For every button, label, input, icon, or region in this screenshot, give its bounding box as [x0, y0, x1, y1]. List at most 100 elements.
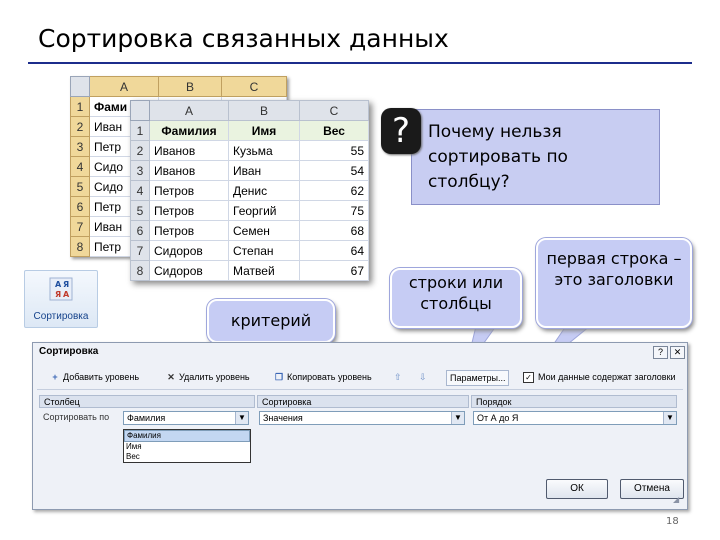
delete-icon: ✕ [167, 372, 175, 382]
sort-dialog: Сортировка ? ✕ + Добавить уровень ✕ Удалит… [32, 342, 688, 510]
svg-text:Я: Я [63, 280, 69, 289]
cell[interactable]: Сидоров [149, 260, 229, 281]
column-header-b[interactable]: B [158, 76, 222, 97]
row-header[interactable]: 5 [130, 200, 150, 221]
row-header[interactable]: 5 [70, 176, 90, 197]
copy-icon: ❐ [274, 372, 284, 382]
dialog-title: Сортировка [39, 346, 99, 357]
cell[interactable]: Иван [228, 160, 300, 181]
svg-text:А: А [63, 290, 70, 299]
add-level-label: Добавить уровень [63, 372, 140, 382]
row-header[interactable]: 7 [70, 216, 90, 237]
dropdown-option-surname[interactable]: Фамилия [124, 430, 250, 442]
callout-rows-or-columns: строки или столбцы [390, 268, 522, 328]
cell[interactable]: Денис [228, 180, 300, 201]
column-header-c[interactable]: C [299, 100, 369, 121]
options-button[interactable]: Параметры... [446, 370, 510, 386]
column-header-a[interactable]: A [149, 100, 229, 121]
sort-on-select[interactable]: Значения ▼ [259, 411, 465, 425]
cell[interactable]: Сидоров [149, 240, 229, 261]
sort-by-label: Сортировать по [43, 412, 110, 422]
dropdown-option-name[interactable]: Имя [124, 442, 250, 452]
row-header[interactable]: 3 [70, 136, 90, 157]
cell[interactable]: Георгий [228, 200, 300, 221]
cell[interactable]: Кузьма [228, 140, 300, 161]
ok-button[interactable]: ОК [546, 479, 608, 499]
row-header[interactable]: 2 [70, 116, 90, 137]
order-select[interactable]: От А до Я ▼ [473, 411, 677, 425]
chevron-down-icon[interactable]: ▼ [451, 412, 464, 424]
move-up-icon[interactable]: ⇧ [394, 370, 402, 384]
header-cell-surname[interactable]: Фамилия [149, 120, 229, 141]
column-select-value: Фамилия [127, 413, 166, 423]
cell[interactable]: Степан [228, 240, 300, 261]
row-header[interactable]: 6 [130, 220, 150, 241]
close-icon[interactable]: ✕ [670, 346, 685, 359]
cell[interactable]: 67 [299, 260, 369, 281]
column-header-column: Столбец [39, 395, 255, 408]
question-text: Почему нельзя сортировать по столбцу? [428, 122, 568, 192]
chevron-down-icon[interactable]: ▼ [663, 412, 676, 424]
cell[interactable]: 68 [299, 220, 369, 241]
row-header[interactable]: 1 [70, 96, 90, 117]
row-header[interactable]: 8 [130, 260, 150, 281]
row-header[interactable]: 4 [130, 180, 150, 201]
has-headers-checkbox[interactable]: ✓ Мои данные содержат заголовки [523, 370, 676, 384]
question-mark-icon: ? [381, 108, 421, 154]
column-dropdown-list: Фамилия Имя Вес [123, 429, 251, 463]
cell[interactable]: Петров [149, 220, 229, 241]
help-icon[interactable]: ? [653, 346, 668, 359]
cell[interactable]: Матвей [228, 260, 300, 281]
cell[interactable]: Семен [228, 220, 300, 241]
cell[interactable]: Петров [149, 200, 229, 221]
cell[interactable]: 62 [299, 180, 369, 201]
add-icon: + [52, 372, 58, 382]
row-header[interactable]: 6 [70, 196, 90, 217]
column-header-order: Порядок [471, 395, 677, 408]
delete-level-label: Удалить уровень [179, 372, 250, 382]
dialog-toolbar: + Добавить уровень ✕ Удалить уровень ❐ Копи… [37, 365, 683, 390]
resize-grip-icon[interactable]: ◢ [673, 495, 683, 505]
column-header-b[interactable]: B [228, 100, 300, 121]
select-all-corner[interactable] [130, 100, 150, 121]
select-all-corner[interactable] [70, 76, 90, 97]
column-header-a[interactable]: A [89, 76, 159, 97]
page-number: 18 [666, 516, 679, 527]
svg-text:А: А [55, 280, 62, 289]
cell[interactable]: 54 [299, 160, 369, 181]
row-header[interactable]: 4 [70, 156, 90, 177]
question-box: Почему нельзя сортировать по столбцу? [411, 109, 660, 205]
cell[interactable]: 64 [299, 240, 369, 261]
cell[interactable]: Иванов [149, 160, 229, 181]
column-header-c[interactable]: C [221, 76, 287, 97]
row-header[interactable]: 7 [130, 240, 150, 261]
cell[interactable]: 55 [299, 140, 369, 161]
callout-first-row-header: первая строка – это заголовки [536, 238, 692, 328]
sort-az-icon: А Я Я А [49, 277, 73, 301]
chevron-down-icon[interactable]: ▼ [235, 412, 248, 424]
sort-ribbon-button[interactable]: А Я Я А Сортировка [24, 270, 98, 328]
sort-button-label: Сортировка [33, 311, 89, 322]
cell[interactable]: Петров [149, 180, 229, 201]
copy-level-label: Копировать уровень [287, 372, 372, 382]
delete-level-button[interactable]: ✕ Удалить уровень [165, 370, 250, 384]
column-header-sort-on: Сортировка [257, 395, 469, 408]
column-select[interactable]: Фамилия ▼ [123, 411, 249, 425]
row-header[interactable]: 8 [70, 236, 90, 257]
dropdown-option-weight[interactable]: Вес [124, 452, 250, 462]
svg-text:Я: Я [55, 290, 61, 299]
row-header[interactable]: 1 [130, 120, 150, 141]
row-header[interactable]: 3 [130, 160, 150, 181]
add-level-button[interactable]: + Добавить уровень [49, 370, 139, 384]
cell[interactable]: 75 [299, 200, 369, 221]
checkbox-checked-icon[interactable]: ✓ [523, 372, 534, 384]
move-down-icon[interactable]: ⇩ [419, 370, 427, 384]
cell[interactable]: Иванов [149, 140, 229, 161]
front-spreadsheet: A B C 1 Фамилия Имя Вес 2 Иванов Кузьма 55 … [130, 100, 369, 281]
title-underline [28, 62, 692, 64]
row-header[interactable]: 2 [130, 140, 150, 161]
copy-level-button[interactable]: ❐ Копировать уровень [273, 370, 372, 384]
order-value: От А до Я [477, 413, 519, 423]
header-cell-name[interactable]: Имя [228, 120, 300, 141]
header-cell-weight[interactable]: Вес [299, 120, 369, 141]
